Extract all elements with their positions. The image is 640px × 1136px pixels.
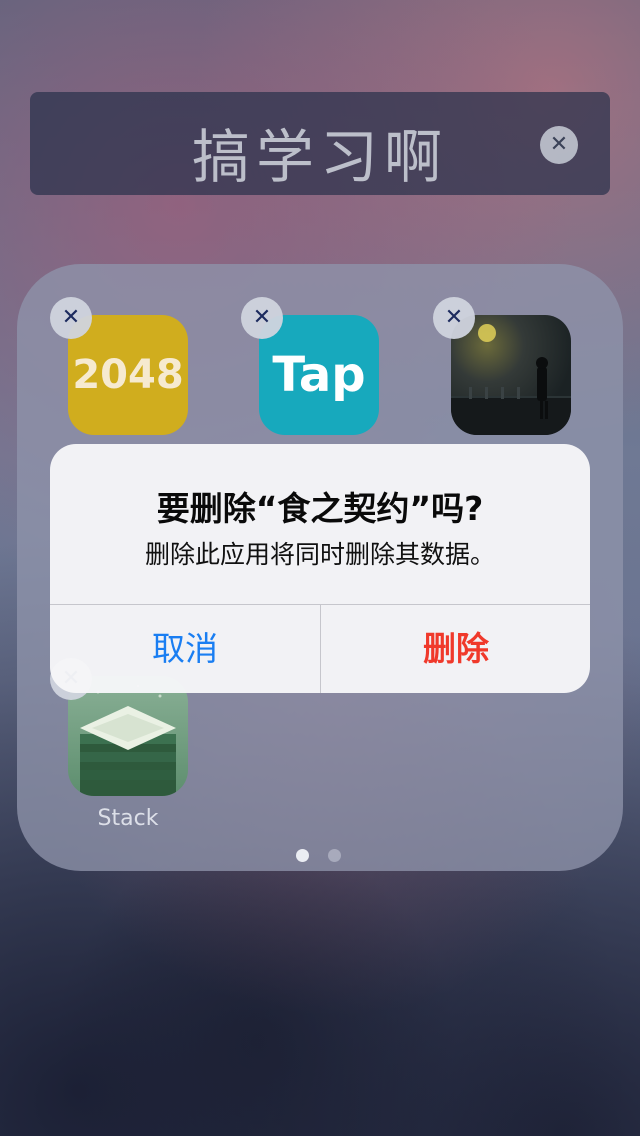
- app-icon-taptap-text: Tap: [272, 347, 366, 403]
- folder-title-bar[interactable]: 搞学习啊: [30, 92, 610, 195]
- delete-app-button-taptap[interactable]: ✕: [241, 297, 283, 339]
- app-label-stack: Stack: [97, 806, 159, 831]
- delete-app-button-shizhiqiyue[interactable]: ✕: [433, 297, 475, 339]
- close-icon: ✕: [61, 305, 81, 330]
- close-icon: ✕: [252, 305, 272, 330]
- delete-app-button-2048[interactable]: ✕: [50, 297, 92, 339]
- cancel-button[interactable]: 取消: [50, 605, 320, 693]
- close-icon: ✕: [549, 132, 569, 157]
- folder-title[interactable]: 搞学习啊: [30, 110, 610, 194]
- app-icon-2048-text: 2048: [72, 352, 184, 398]
- delete-button[interactable]: 删除: [321, 605, 590, 693]
- app-icon-taptap[interactable]: Tap: [259, 315, 379, 435]
- page-dot-active: [296, 849, 309, 862]
- night-scene-icon: [451, 324, 571, 435]
- alert-title: 要删除“食之契约”吗?: [156, 489, 484, 528]
- delete-app-alert: 要删除“食之契约”吗? 删除此应用将同时删除其数据。 取消 删除: [50, 444, 590, 693]
- close-icon: ✕: [444, 305, 464, 330]
- app-icon-2048[interactable]: 2048: [68, 315, 188, 435]
- page-dot-inactive: [328, 849, 341, 862]
- alert-message: 删除此应用将同时删除其数据。: [144, 540, 495, 569]
- app-icon-shizhiqiyue[interactable]: [451, 315, 571, 435]
- clear-title-button[interactable]: ✕: [540, 126, 578, 164]
- app-icon-stack[interactable]: [68, 676, 188, 796]
- stack-blocks-icon: [80, 684, 176, 796]
